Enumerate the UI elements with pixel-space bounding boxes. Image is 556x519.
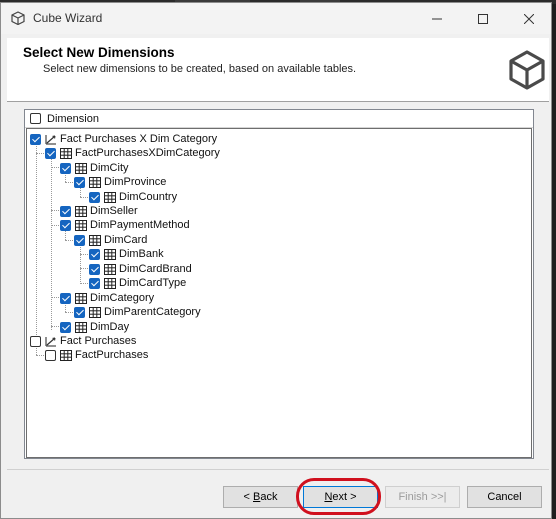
- table-icon: [75, 163, 87, 174]
- tree-line: [80, 187, 81, 197]
- row-checkbox[interactable]: [45, 350, 56, 361]
- tree-line: [80, 268, 88, 269]
- dimension-tree-list[interactable]: Dimension Fact Purchases X Dim Category F…: [24, 109, 534, 459]
- table-icon: [60, 148, 72, 159]
- table-icon: [75, 220, 87, 231]
- row-checkbox[interactable]: [60, 220, 71, 231]
- row-checkbox[interactable]: [89, 249, 100, 260]
- header-separator: [7, 101, 549, 102]
- tree-line: [51, 297, 59, 298]
- row-checkbox[interactable]: [89, 264, 100, 275]
- row-checkbox[interactable]: [30, 134, 41, 145]
- maximize-button[interactable]: [460, 3, 506, 34]
- close-button[interactable]: [506, 3, 552, 34]
- row-checkbox[interactable]: [74, 307, 85, 318]
- tree-line: [51, 210, 59, 211]
- tree-line: [36, 143, 37, 343]
- table-icon: [104, 278, 116, 289]
- cube-app-icon: [11, 11, 25, 25]
- page-subtitle: Select new dimensions to be created, bas…: [43, 63, 357, 75]
- window-title: Cube Wizard: [33, 11, 103, 25]
- row-label: Fact Purchases: [60, 335, 137, 347]
- title-bar[interactable]: Cube Wizard: [1, 3, 551, 34]
- back-button-label: ack: [260, 491, 278, 503]
- tree-line: [51, 167, 59, 168]
- table-icon: [104, 192, 116, 203]
- row-label: DimCategory: [90, 292, 155, 304]
- tree-line: [36, 355, 44, 356]
- row-label: DimBank: [119, 248, 164, 260]
- back-button-accelerator: B: [253, 491, 261, 503]
- tree-line: [51, 326, 59, 327]
- column-header-label: Dimension: [47, 113, 99, 125]
- row-label: DimCardBrand: [119, 263, 192, 275]
- back-button-prefix: <: [243, 491, 253, 503]
- table-icon: [89, 235, 101, 246]
- row-label: DimProvince: [104, 176, 167, 188]
- page-title: Select New Dimensions: [23, 45, 175, 60]
- table-icon: [89, 307, 101, 318]
- row-label: FactPurchases: [75, 349, 149, 361]
- tree-line: [65, 240, 73, 241]
- footer-separator: [7, 469, 549, 470]
- row-label: DimCity: [90, 162, 129, 174]
- select-all-checkbox[interactable]: [30, 113, 41, 124]
- annotation-circle: [296, 478, 381, 515]
- cancel-button[interactable]: Cancel: [467, 486, 542, 508]
- row-label: DimPaymentMethod: [90, 219, 190, 231]
- row-checkbox[interactable]: [60, 322, 71, 333]
- close-icon: [524, 13, 534, 24]
- finish-button[interactable]: Finish >>|: [385, 486, 460, 508]
- table-icon: [89, 177, 101, 188]
- tree-line: [80, 245, 81, 284]
- row-checkbox[interactable]: [60, 163, 71, 174]
- row-label: DimSeller: [90, 205, 138, 217]
- row-label: Fact Purchases X Dim Category: [60, 133, 218, 145]
- table-icon: [75, 206, 87, 217]
- tree-line: [51, 225, 59, 226]
- row-checkbox[interactable]: [60, 293, 71, 304]
- row-label: DimCountry: [119, 191, 178, 203]
- minimize-icon: [432, 18, 442, 19]
- tree-line: [80, 197, 88, 198]
- row-checkbox[interactable]: [74, 235, 85, 246]
- row-checkbox[interactable]: [89, 192, 100, 203]
- row-checkbox[interactable]: [30, 336, 41, 347]
- row-label: DimParentCategory: [104, 306, 201, 318]
- tree-line: [65, 230, 66, 240]
- tree-line: [36, 153, 44, 154]
- table-icon: [75, 293, 87, 304]
- wizard-header: Select New Dimensions Select new dimensi…: [7, 38, 549, 102]
- row-checkbox[interactable]: [89, 278, 100, 289]
- table-icon: [60, 350, 72, 361]
- cube-dimension-icon: [45, 134, 57, 145]
- column-header[interactable]: Dimension: [25, 110, 533, 128]
- tree-line: [80, 283, 88, 284]
- minimize-button[interactable]: [414, 3, 460, 34]
- tree-line: [65, 312, 73, 313]
- cube-wizard-window: Cube Wizard Select New Dimensions Select…: [0, 2, 552, 519]
- row-label: DimCard: [104, 234, 148, 246]
- tree-line: [65, 182, 73, 183]
- back-button[interactable]: < Back: [223, 486, 298, 508]
- cube-wizard-icon: [509, 50, 545, 90]
- tree-line: [80, 254, 88, 255]
- cube-dimension-icon: [45, 336, 57, 347]
- table-icon: [104, 249, 116, 260]
- row-label: FactPurchasesXDimCategory: [75, 147, 220, 159]
- maximize-icon: [478, 13, 488, 24]
- row-label: DimDay: [90, 321, 130, 333]
- row-checkbox[interactable]: [74, 177, 85, 188]
- row-checkbox[interactable]: [60, 206, 71, 217]
- tree-line: [51, 158, 52, 330]
- row-checkbox[interactable]: [45, 148, 56, 159]
- table-icon: [104, 264, 116, 275]
- table-icon: [75, 322, 87, 333]
- row-label: DimCardType: [119, 277, 187, 289]
